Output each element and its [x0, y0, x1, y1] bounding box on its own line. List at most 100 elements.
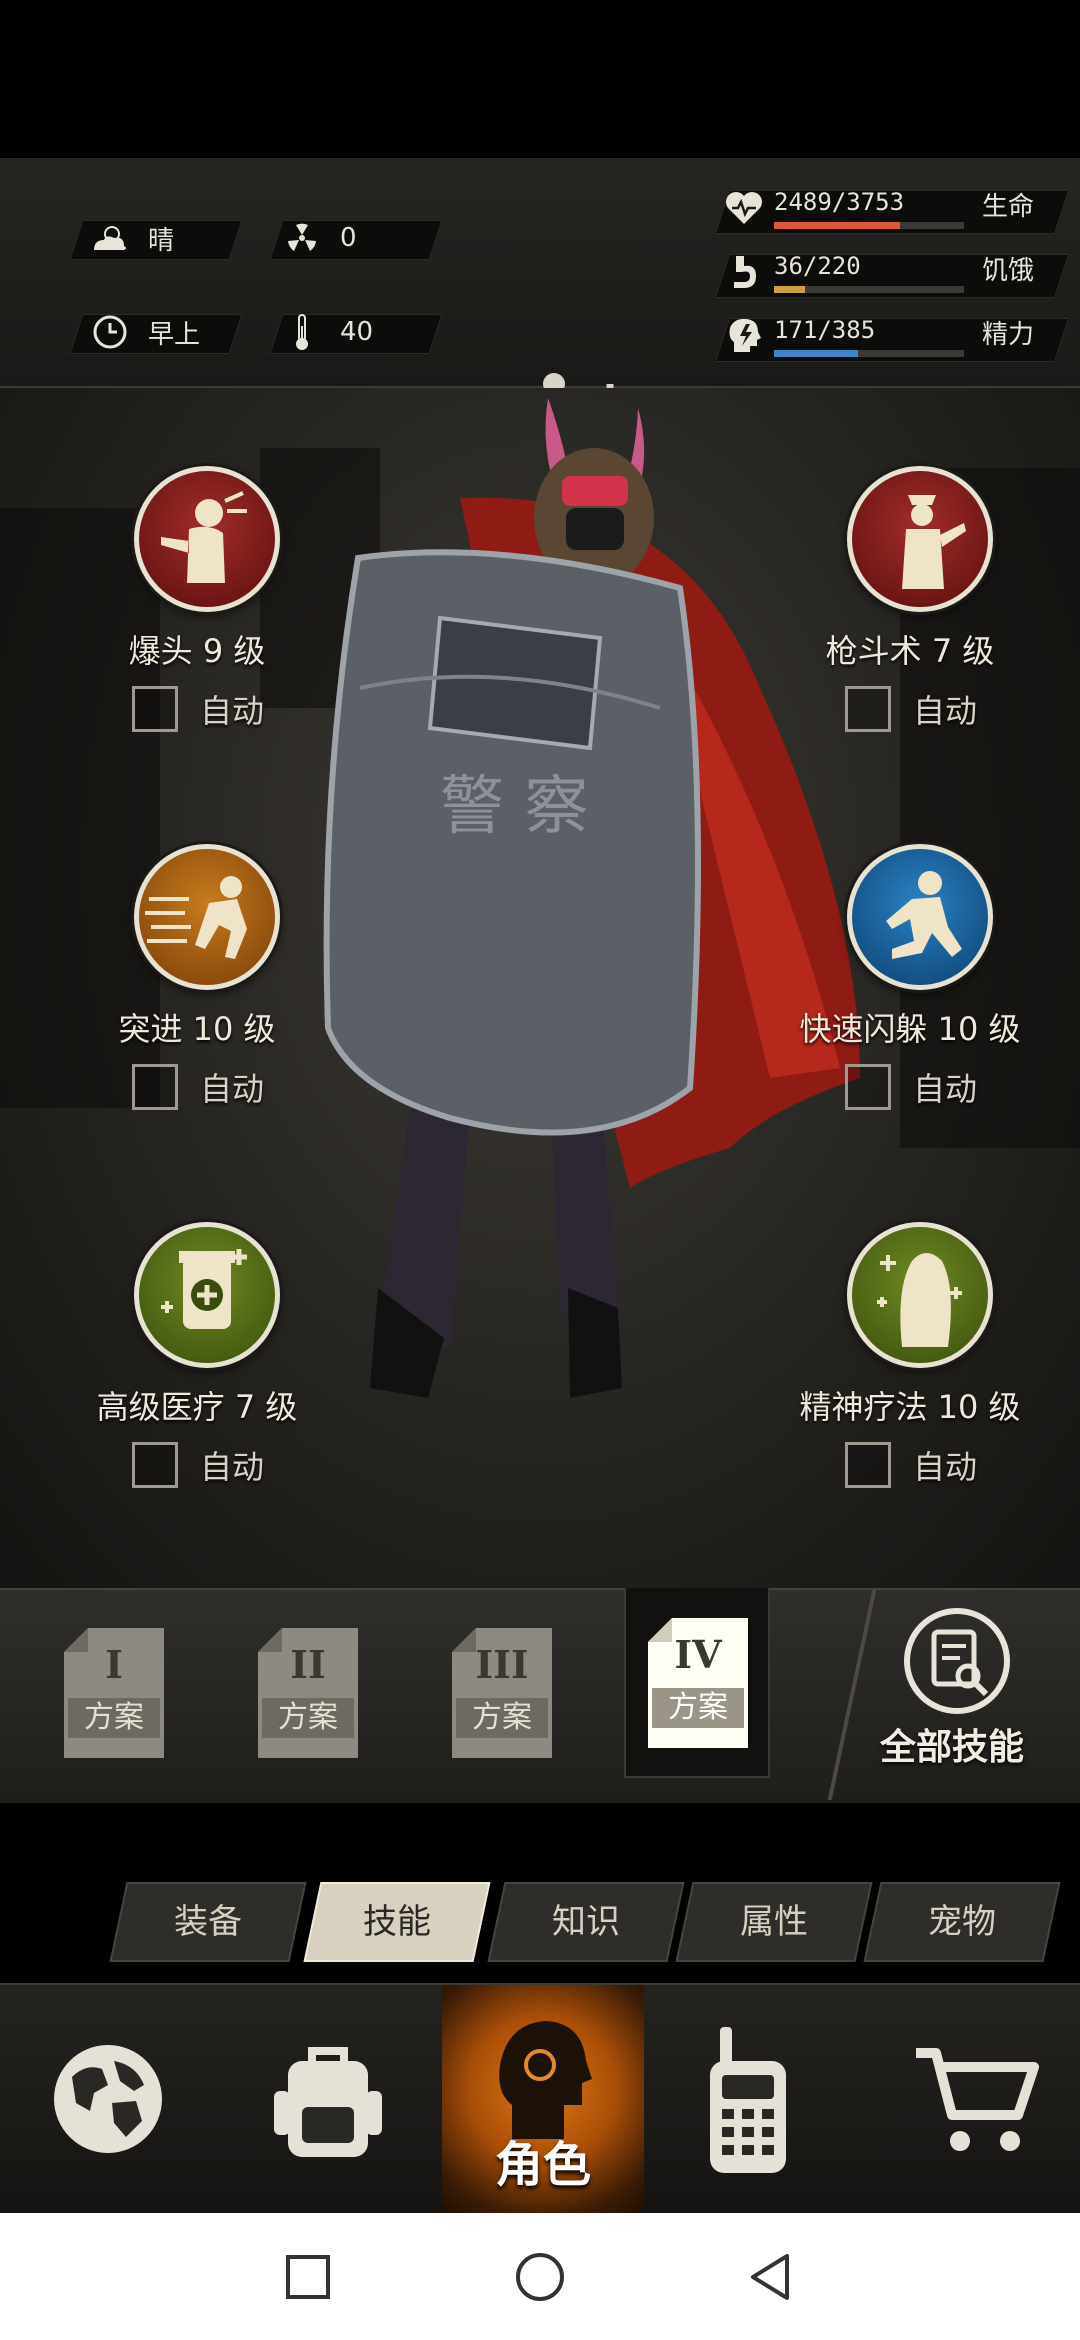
tab-label: 知识	[552, 1902, 620, 1942]
character-illustration: 警 察	[323, 398, 860, 1398]
nav-map[interactable]	[0, 1985, 216, 2215]
dash-icon[interactable]	[134, 844, 280, 990]
skill-name: 枪斗术 7 级	[825, 632, 995, 670]
svg-text:警 察: 警 察	[440, 770, 588, 844]
recent-apps-button[interactable]	[268, 2213, 348, 2340]
temperature-indicator: 40	[282, 312, 373, 352]
tab-label: 装备	[174, 1902, 242, 1942]
character-scene: 警 察 爆头 9 级 自动 枪斗术 7 级 自动 突进 10 级 自动 快速闪躲…	[0, 388, 1080, 1588]
auto-checkbox[interactable]	[132, 1442, 178, 1488]
health-label: 生命	[982, 192, 1035, 222]
auto-label: 自动	[913, 692, 978, 730]
circle-icon	[516, 2252, 564, 2301]
status-panel: 晴 0 早上 40 2489/3753 生命 36/220 饥饿 171/385…	[0, 158, 1080, 516]
auto-checkbox[interactable]	[845, 1442, 891, 1488]
all-skills-button[interactable]: 全部技能	[840, 1598, 1080, 1803]
radiation-icon	[282, 218, 322, 258]
plan-label: 方案	[456, 1698, 548, 1738]
auto-checkbox[interactable]	[845, 686, 891, 732]
weather-text: 晴	[148, 225, 175, 256]
nav-radio[interactable]	[644, 1985, 850, 2215]
auto-label: 自动	[913, 1448, 978, 1486]
health-stat: 2489/3753 生命	[714, 186, 1070, 234]
plan-4-button[interactable]: IV 方案	[648, 1618, 748, 1748]
auto-toggle[interactable]: 自动	[845, 686, 977, 732]
quick-dodge-icon[interactable]	[847, 844, 993, 990]
energy-stat: 171/385 精力	[714, 314, 1070, 362]
advanced-medical-icon[interactable]	[134, 1222, 280, 1368]
auto-toggle[interactable]: 自动	[132, 1442, 264, 1488]
auto-toggle[interactable]: 自动	[132, 1064, 264, 1110]
home-button[interactable]	[500, 2213, 580, 2340]
plan-numeral: III	[475, 1642, 529, 1687]
auto-checkbox[interactable]	[132, 1064, 178, 1110]
plan-label: 方案	[68, 1698, 160, 1738]
plan-2-button[interactable]: II 方案	[258, 1628, 358, 1758]
hunger-bar	[774, 286, 806, 293]
tab-knowledge[interactable]: 知识	[487, 1882, 685, 1962]
auto-label: 自动	[913, 1070, 978, 1108]
square-icon	[286, 2254, 330, 2299]
hunger-stat: 36/220 饥饿	[714, 250, 1070, 298]
nav-backpack[interactable]	[216, 1985, 442, 2215]
plan-label: 方案	[652, 1688, 744, 1728]
energy-label: 精力	[982, 320, 1035, 350]
skill-name: 快速闪躲 10 级	[799, 1010, 1021, 1048]
system-navigation-bar	[0, 2213, 1080, 2340]
psychotherapy-icon[interactable]	[847, 1222, 993, 1368]
auto-checkbox[interactable]	[845, 1064, 891, 1110]
all-skills-label: 全部技能	[880, 1727, 1025, 1768]
back-triangle-icon	[751, 2253, 789, 2300]
energy-bar	[774, 350, 859, 357]
cart-icon	[916, 2048, 1039, 2151]
time-of-day-text: 早上	[148, 319, 201, 350]
tab-skills[interactable]: 技能	[303, 1882, 491, 1962]
globe-icon	[54, 2045, 162, 2153]
health-bar	[774, 222, 900, 229]
auto-toggle[interactable]: 自动	[845, 1442, 977, 1488]
top-blank-area	[0, 0, 1080, 158]
nav-character[interactable]: 角色	[442, 1985, 644, 2215]
tab-label: 属性	[740, 1902, 808, 1942]
radiation-indicator: 0	[282, 218, 357, 258]
skill-name: 爆头 9 级	[128, 632, 266, 670]
auto-label: 自动	[200, 1070, 265, 1108]
tab-attributes[interactable]: 属性	[675, 1882, 873, 1962]
skill-name: 高级医疗 7 级	[96, 1388, 298, 1426]
headshot-icon[interactable]	[134, 466, 280, 612]
temperature-value: 40	[340, 317, 374, 347]
radiation-value: 0	[340, 223, 357, 253]
thermometer-icon	[282, 312, 322, 352]
sunny-cloud-icon	[90, 218, 130, 258]
gun-kata-icon[interactable]	[847, 466, 993, 612]
auto-toggle[interactable]: 自动	[845, 1064, 977, 1110]
document-search-icon	[904, 1608, 1010, 1714]
back-button[interactable]	[730, 2213, 810, 2340]
heart-icon	[722, 186, 770, 234]
plan-1-button[interactable]: I 方案	[64, 1628, 164, 1758]
auto-label: 自动	[200, 692, 265, 730]
hunger-label: 饥饿	[982, 256, 1035, 286]
tab-label: 宠物	[928, 1902, 996, 1942]
plan-label: 方案	[262, 1698, 354, 1738]
energy-value: 171/385	[774, 316, 876, 344]
tab-equipment[interactable]: 装备	[109, 1882, 307, 1962]
plan-numeral: II	[290, 1642, 326, 1687]
backpack-icon	[274, 2047, 382, 2157]
auto-label: 自动	[200, 1448, 265, 1486]
nav-shop[interactable]	[850, 1985, 1080, 2215]
plan-numeral: IV	[674, 1632, 722, 1677]
health-value: 2489/3753	[774, 188, 905, 216]
tab-pets[interactable]: 宠物	[863, 1882, 1061, 1962]
auto-checkbox[interactable]	[132, 686, 178, 732]
tab-label: 技能	[363, 1902, 431, 1942]
plan-numeral: I	[105, 1642, 123, 1687]
auto-toggle[interactable]: 自动	[132, 686, 264, 732]
time-indicator: 早上	[90, 312, 200, 352]
plan-3-button[interactable]: III 方案	[452, 1628, 552, 1758]
clock-icon	[90, 312, 130, 352]
bottom-navigation: 角色	[0, 1983, 1080, 2215]
skill-name: 精神疗法 10 级	[799, 1388, 1021, 1426]
nav-character-label: 角色	[494, 2137, 591, 2193]
weather-indicator: 晴	[90, 218, 174, 258]
